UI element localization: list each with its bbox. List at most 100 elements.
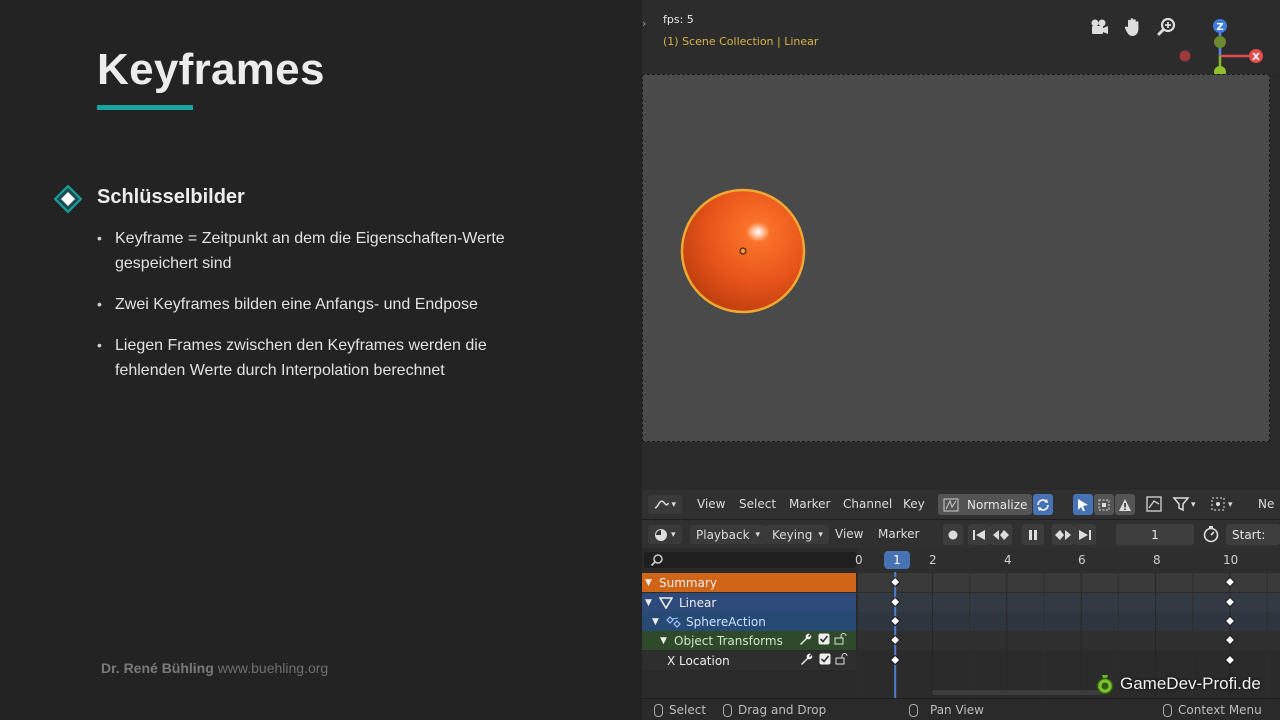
wrench-icon[interactable] bbox=[798, 632, 812, 649]
select-cursor-icon[interactable] bbox=[1073, 494, 1093, 515]
normalize-toggle[interactable]: Normalize bbox=[938, 494, 1032, 515]
timeline-scrollbar[interactable] bbox=[932, 690, 1102, 695]
action-icon bbox=[666, 615, 681, 628]
status-select: Select bbox=[654, 703, 706, 717]
channel-list: ▼ Summary ▼ Linear ▼ SphereAction ▼ Object… bbox=[642, 573, 856, 698]
mouse-middle-icon bbox=[909, 703, 918, 717]
status-drag: Drag and Drop bbox=[723, 703, 826, 717]
playback-dropdown[interactable]: Playback ▾ bbox=[690, 525, 767, 544]
viewport-nav-icons bbox=[1088, 16, 1178, 38]
normalize-icon bbox=[943, 498, 959, 511]
svg-text:▾: ▾ bbox=[1228, 500, 1233, 510]
channel-action[interactable]: ▼ SphereAction bbox=[642, 612, 856, 631]
lock-icon[interactable] bbox=[834, 633, 848, 648]
channel-track bbox=[858, 631, 1280, 650]
graph-view-icon[interactable] bbox=[1145, 495, 1163, 516]
jump-end-icon[interactable] bbox=[1074, 524, 1096, 545]
box-select-icon[interactable] bbox=[1094, 494, 1114, 515]
jump-start-icon[interactable] bbox=[968, 524, 990, 545]
editor-type-dropdown[interactable]: ▾ bbox=[648, 495, 682, 514]
channel-group-object-transforms[interactable]: ▼ Object Transforms bbox=[642, 631, 856, 650]
ruler-tick: 8 bbox=[1153, 553, 1161, 567]
menu-channel[interactable]: Channel bbox=[843, 497, 892, 511]
menu-view[interactable]: View bbox=[697, 497, 725, 511]
svg-text:▾: ▾ bbox=[1191, 500, 1196, 510]
checkbox-icon[interactable] bbox=[818, 633, 830, 648]
author-name: Dr. René Bühling bbox=[101, 660, 214, 676]
next-keyframe-icon[interactable] bbox=[1052, 524, 1074, 545]
collection-readout: (1) Scene Collection | Linear bbox=[663, 35, 819, 48]
frame-ruler[interactable]: 0 2 4 6 8 10 1 bbox=[855, 548, 1280, 572]
slide-footer: Dr. René Bühling www.buehling.org bbox=[101, 660, 328, 676]
timeline-menu-marker[interactable]: Marker bbox=[878, 527, 919, 541]
keying-dropdown[interactable]: Keying ▾ bbox=[766, 525, 829, 544]
fps-readout: fps: 5 bbox=[663, 13, 694, 26]
channel-summary[interactable]: ▼ Summary bbox=[642, 573, 856, 592]
ruler-tick: 4 bbox=[1004, 553, 1012, 567]
status-bar: Select Drag and Drop Pan View Context Me… bbox=[642, 698, 1280, 720]
bullet-item: Zwei Keyframes bilden eine Anfangs- und … bbox=[97, 292, 537, 317]
playhead-frame-label[interactable]: 1 bbox=[884, 551, 910, 569]
channel-track bbox=[858, 651, 1280, 670]
current-frame-field[interactable]: 1 bbox=[1116, 524, 1194, 545]
dopesheet-header: ▾ View Select Marker Channel Key Normali… bbox=[642, 490, 1280, 520]
title-underline bbox=[97, 105, 193, 110]
snapping-icon[interactable]: ▾ bbox=[1210, 495, 1240, 516]
area-divider bbox=[642, 442, 1280, 490]
channel-object-linear[interactable]: ▼ Linear bbox=[642, 593, 856, 612]
diamond-bullet-icon bbox=[54, 185, 82, 213]
ruler-tick: 2 bbox=[929, 553, 937, 567]
filter-icon[interactable]: ▾ bbox=[1172, 495, 1198, 516]
mouse-left-icon bbox=[654, 703, 663, 717]
viewport-scroll-strip bbox=[1270, 74, 1280, 442]
timeline-menu-view[interactable]: View bbox=[835, 527, 863, 541]
channel-fcurve-x-location[interactable]: X Location bbox=[642, 651, 856, 670]
presentation-slide: Keyframes Schlüsselbilder Keyframe = Zei… bbox=[0, 0, 642, 720]
section-heading: Schlüsselbilder bbox=[97, 186, 245, 208]
menu-marker[interactable]: Marker bbox=[789, 497, 830, 511]
status-context: Context Menu bbox=[1163, 703, 1262, 717]
menu-key[interactable]: Key bbox=[903, 497, 925, 511]
menu-select[interactable]: Select bbox=[739, 497, 776, 511]
hand-pan-icon[interactable] bbox=[1122, 16, 1144, 38]
gizmo-x-label: X bbox=[1252, 52, 1260, 63]
bullet-item: Keyframe = Zeitpunkt an dem die Eigensch… bbox=[97, 226, 537, 276]
slide-title: Keyframes bbox=[97, 45, 325, 94]
ruler-tick: 6 bbox=[1078, 553, 1086, 567]
gamedev-logo-icon bbox=[1096, 675, 1114, 695]
object-triangle-icon bbox=[659, 596, 673, 609]
start-frame-field[interactable]: Start: bbox=[1226, 524, 1280, 545]
bullet-list: Keyframe = Zeitpunkt an dem die Eigensch… bbox=[97, 226, 537, 399]
mouse-drag-icon bbox=[723, 703, 732, 717]
sync-icon[interactable] bbox=[1033, 494, 1053, 515]
gizmo-z-label: Z bbox=[1216, 22, 1223, 33]
prev-keyframe-icon[interactable] bbox=[990, 524, 1012, 545]
lock-icon[interactable] bbox=[835, 653, 849, 668]
record-icon[interactable] bbox=[943, 524, 963, 545]
watermark: GameDev-Profi.de bbox=[1094, 671, 1261, 697]
timeline-header: ▾ Playback ▾ Keying ▾ View Marker 1 Start: bbox=[642, 520, 1280, 548]
channel-track bbox=[858, 612, 1280, 631]
search-icon bbox=[650, 554, 663, 567]
timeline-editor-dropdown[interactable]: ▾ bbox=[648, 525, 682, 544]
channel-search-input[interactable] bbox=[644, 552, 856, 568]
bullet-item: Liegen Frames zwischen den Keyframes wer… bbox=[97, 333, 537, 383]
blender-window: › fps: 5 (1) Scene Collection | Linear Z… bbox=[642, 0, 1280, 720]
viewport-header: › fps: 5 (1) Scene Collection | Linear Z… bbox=[642, 0, 1280, 93]
warning-icon[interactable] bbox=[1115, 494, 1135, 515]
pause-icon[interactable] bbox=[1022, 524, 1044, 545]
wrench-icon[interactable] bbox=[799, 652, 813, 669]
new-action-button[interactable]: Ne bbox=[1258, 497, 1274, 511]
camera-view[interactable] bbox=[642, 74, 1270, 442]
orange-sphere[interactable] bbox=[680, 188, 806, 314]
status-pan: Pan View bbox=[909, 703, 984, 717]
ruler-tick: 10 bbox=[1223, 553, 1239, 567]
channel-track bbox=[858, 593, 1280, 612]
author-url: www.buehling.org bbox=[217, 660, 329, 676]
channel-track bbox=[858, 573, 1280, 592]
sidebar-toggle-icon[interactable]: › bbox=[642, 17, 652, 30]
camera-icon[interactable] bbox=[1088, 16, 1110, 38]
ruler-tick: 0 bbox=[855, 553, 863, 567]
checkbox-icon[interactable] bbox=[819, 653, 831, 668]
stopwatch-icon[interactable] bbox=[1202, 525, 1220, 546]
